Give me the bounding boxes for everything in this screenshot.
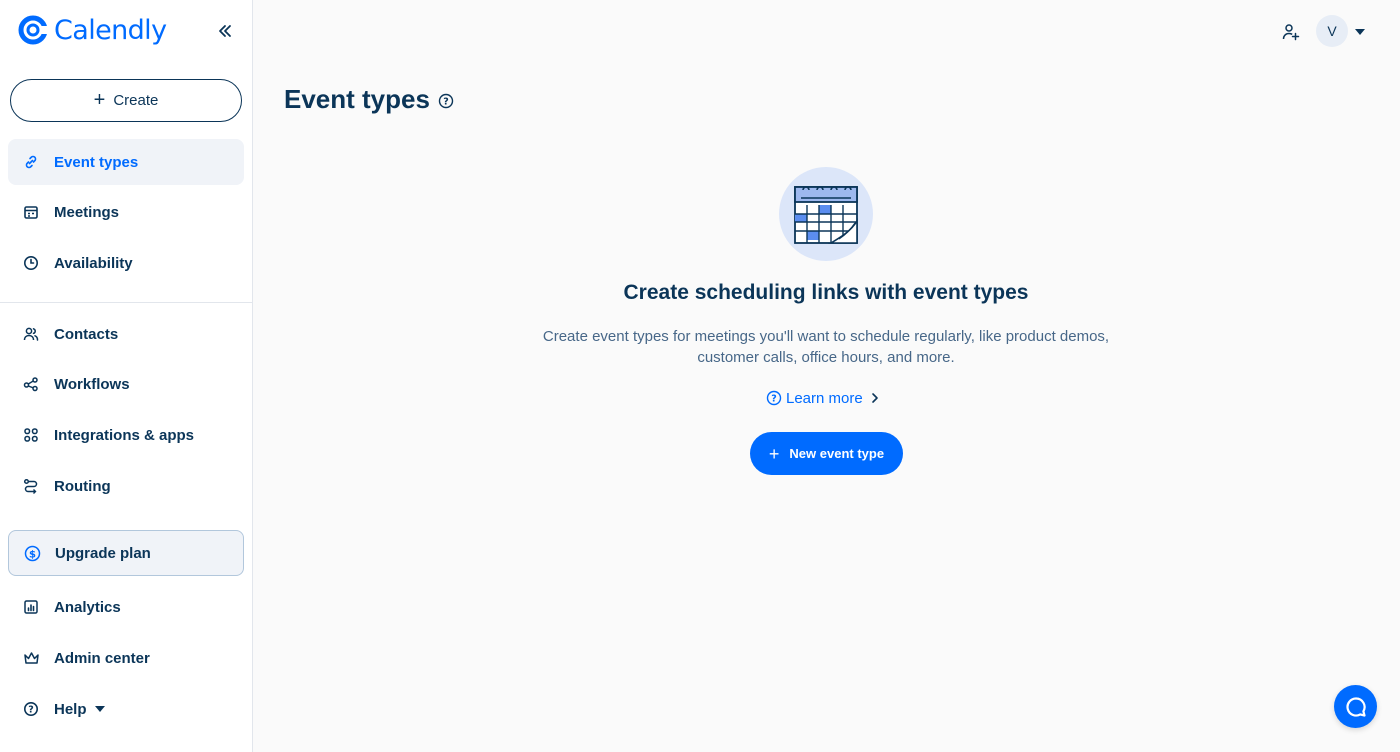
sidebar-item-availability[interactable]: Availability — [8, 240, 244, 286]
plus-icon: + — [768, 443, 780, 464]
new-event-type-label: New event type — [789, 446, 885, 461]
analytics-icon — [22, 598, 40, 616]
calendar-illustration-icon — [779, 167, 873, 261]
svg-text:?: ? — [443, 97, 449, 108]
chat-icon — [1345, 696, 1366, 717]
sidebar-item-admin-center[interactable]: Admin center — [8, 635, 244, 681]
plus-icon: + — [93, 88, 106, 111]
empty-state-description: Create event types for meetings you'll w… — [542, 328, 1110, 366]
new-event-type-button[interactable]: + New event type — [750, 432, 903, 475]
account-menu-toggle[interactable] — [1353, 26, 1367, 38]
invite-user-button[interactable] — [1279, 20, 1303, 44]
learn-more-label: Learn more — [786, 389, 863, 407]
chevron-right-icon — [871, 392, 879, 404]
svg-text:?: ? — [28, 705, 34, 716]
page-title-text: Event types — [284, 84, 430, 114]
routing-icon — [22, 477, 40, 495]
dollar-icon: $ — [23, 544, 41, 562]
brand-logo[interactable]: Calendly — [18, 12, 167, 48]
create-button[interactable]: + Create — [10, 79, 242, 122]
sidebar-item-analytics[interactable]: Analytics — [8, 584, 244, 630]
sidebar-divider — [0, 302, 252, 303]
calendar-icon — [22, 203, 40, 221]
sidebar-item-label: Admin center — [54, 649, 150, 667]
sidebar-item-label: Workflows — [54, 375, 130, 393]
calendly-logo-icon — [18, 15, 48, 45]
crown-icon — [22, 649, 40, 667]
user-avatar[interactable]: V — [1316, 15, 1348, 47]
empty-state-title: Create scheduling links with event types — [623, 281, 1029, 304]
svg-text:?: ? — [771, 394, 777, 405]
contacts-icon — [22, 325, 40, 343]
help-circle-icon: ? — [766, 390, 782, 406]
sidebar-item-meetings[interactable]: Meetings — [8, 189, 244, 235]
sidebar-item-label: Meetings — [54, 203, 120, 221]
sidebar-item-label: Upgrade plan — [55, 544, 151, 562]
help-circle-icon[interactable]: ? — [438, 93, 454, 109]
sidebar: Calendly + Create Event types Meetings A… — [0, 0, 253, 752]
sidebar-item-workflows[interactable]: Workflows — [8, 361, 244, 407]
caret-down-icon — [1355, 29, 1365, 35]
chat-support-button[interactable] — [1334, 685, 1377, 728]
sidebar-item-label: Event types — [54, 153, 139, 171]
collapse-sidebar-button[interactable] — [212, 18, 238, 44]
caret-down-icon — [94, 706, 105, 712]
sidebar-item-label: Integrations & apps — [54, 426, 195, 444]
brand-name: Calendly — [54, 14, 167, 46]
double-chevron-left-icon — [219, 25, 231, 37]
sidebar-item-help[interactable]: ? Help — [8, 686, 244, 732]
sidebar-item-label: Help — [54, 700, 87, 718]
avatar-initial: V — [1327, 23, 1337, 39]
link-icon — [22, 153, 40, 171]
add-user-icon — [1282, 24, 1300, 41]
sidebar-item-label: Availability — [54, 254, 133, 272]
sidebar-item-contacts[interactable]: Contacts — [8, 311, 244, 357]
sidebar-item-integrations[interactable]: Integrations & apps — [8, 412, 244, 458]
help-icon: ? — [22, 700, 40, 718]
workflow-icon — [22, 375, 40, 393]
grid-icon — [22, 426, 40, 444]
clock-icon — [22, 254, 40, 272]
learn-more-link[interactable]: ? Learn more — [766, 388, 879, 408]
create-button-label: Create — [113, 92, 159, 109]
sidebar-item-label: Routing — [54, 477, 111, 495]
sidebar-item-routing[interactable]: Routing — [8, 463, 244, 509]
svg-text:$: $ — [29, 549, 36, 560]
sidebar-item-event-types[interactable]: Event types — [8, 139, 244, 185]
sidebar-item-label: Analytics — [54, 598, 121, 616]
sidebar-item-upgrade-plan[interactable]: $ Upgrade plan — [8, 530, 244, 576]
sidebar-item-label: Contacts — [54, 325, 119, 343]
page-title: Event types ? — [284, 84, 454, 115]
